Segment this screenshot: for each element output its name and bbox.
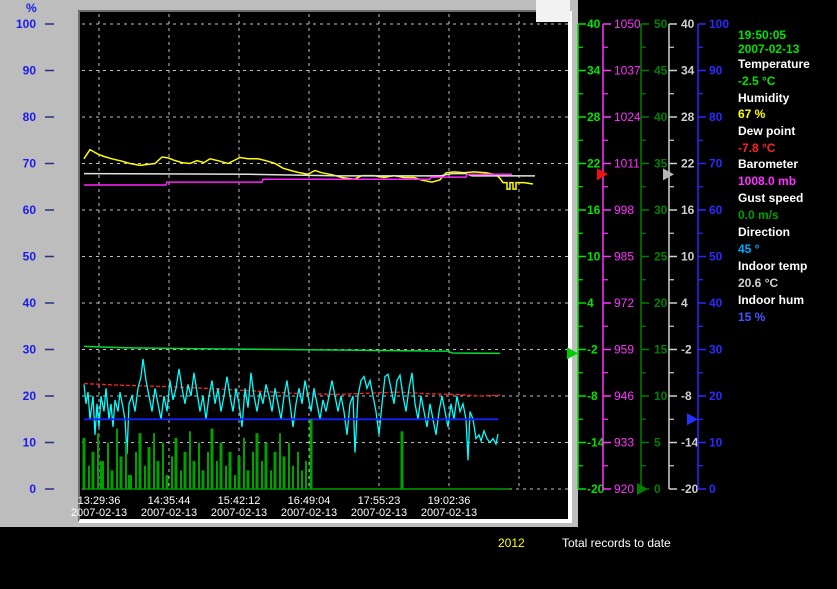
gust-marker bbox=[637, 483, 648, 495]
temperature-scale-label: 4 bbox=[587, 296, 594, 310]
dew-point-label: Dew point bbox=[738, 124, 796, 138]
barometer-scale: 1050 1037 1024 1011 998 985 972 959 946 933 920 bbox=[602, 17, 641, 496]
indoor-hum-scale-label: 70 bbox=[709, 157, 723, 171]
indoor-hum-scale-label: 0 bbox=[709, 482, 716, 496]
temperature-scale-label: 22 bbox=[587, 157, 601, 171]
barometer-scale-label: 946 bbox=[614, 389, 634, 403]
wind-speed-scale-label: 45 bbox=[654, 64, 668, 78]
wind-speed-scale-label: 50 bbox=[654, 17, 668, 31]
indoor-temp-scale: 40 34 28 22 16 10 4 -2 -8 -14 -20 bbox=[668, 17, 699, 496]
indoor-hum-scale-label: 80 bbox=[709, 110, 723, 124]
clock-date: 2007-02-13 bbox=[738, 42, 800, 56]
indoor-hum-scale-label: 30 bbox=[709, 343, 723, 357]
temperature-value: -2.5 °C bbox=[738, 74, 776, 88]
wind-speed-scale-label: 35 bbox=[654, 157, 668, 171]
indoor-hum-scale-label: 90 bbox=[709, 64, 723, 78]
barometer-marker bbox=[597, 168, 608, 181]
indoor-hum-marker bbox=[687, 413, 698, 426]
plot-corner-highlight bbox=[536, 0, 570, 22]
wind-speed-scale-label: 0 bbox=[654, 482, 661, 496]
indoor-hum-label: Indoor hum bbox=[738, 293, 804, 307]
barometer-scale-label: 972 bbox=[614, 296, 634, 310]
indoor-temp-scale-label: 28 bbox=[681, 110, 695, 124]
barometer-label: Barometer bbox=[738, 157, 799, 171]
barometer-scale-label: 933 bbox=[614, 436, 634, 450]
indoor-temp-scale-label: 22 bbox=[681, 157, 695, 171]
weather-display-window: % 100 90 80 70 60 50 40 30 20 10 0 40 34 28 22 16 10 4 -2-… bbox=[0, 0, 837, 589]
wind-speed-scale-label: 20 bbox=[654, 296, 668, 310]
gust-speed-label: Gust speed bbox=[738, 191, 804, 205]
wind-speed-scale-label: 5 bbox=[654, 436, 661, 450]
wind-speed-scale-label: 10 bbox=[654, 389, 668, 403]
barometer-scale-label: 1037 bbox=[614, 64, 641, 78]
indoor-temp-marker bbox=[663, 168, 674, 181]
indoor-hum-scale-label: 10 bbox=[709, 436, 723, 450]
wind-speed-scale-label: 40 bbox=[654, 110, 668, 124]
indoor-temp-scale-label: -14 bbox=[681, 436, 699, 450]
barometer-scale-label: 920 bbox=[614, 482, 634, 496]
clock-time: 19:50:05 bbox=[738, 28, 787, 42]
wind-speed-scale: 50454035302520151050 bbox=[640, 17, 668, 496]
humidity-value: 67 % bbox=[738, 107, 766, 121]
temperature-scale-label: 40 bbox=[587, 17, 601, 31]
temperature-scale-label: 10 bbox=[587, 250, 601, 264]
indoor-temp-value: 20.6 °C bbox=[738, 276, 779, 290]
indoor-temp-scale-label: 16 bbox=[681, 203, 695, 217]
barometer-value: 1008.0 mb bbox=[738, 174, 797, 188]
indoor-temp-label: Indoor temp bbox=[738, 259, 808, 273]
direction-value: 45 ° bbox=[738, 242, 760, 256]
indoor-hum-value: 15 % bbox=[738, 310, 766, 324]
gust-speed-value: 0.0 m/s bbox=[738, 208, 779, 222]
barometer-scale-label: 1024 bbox=[614, 110, 641, 124]
humidity-label: Humidity bbox=[738, 91, 790, 105]
indoor-temp-scale-label: 4 bbox=[681, 296, 688, 310]
left-axis-title: % bbox=[26, 1, 37, 15]
indoor-temp-scale-label: -2 bbox=[681, 343, 692, 357]
current-readings-panel: 19:50:05 2007-02-13 Temperature -2.5 °C Humi… bbox=[738, 0, 837, 340]
wind-speed-scale-label: 30 bbox=[654, 203, 668, 217]
barometer-scale-label: 1050 bbox=[614, 17, 641, 31]
temperature-scale-label: 28 bbox=[587, 110, 601, 124]
indoor-temp-scale-label: 40 bbox=[681, 17, 695, 31]
indoor-temp-scale-label: 34 bbox=[681, 64, 695, 78]
temperature-label: Temperature bbox=[738, 57, 810, 71]
indoor-hum-scale-label: 20 bbox=[709, 389, 723, 403]
indoor-hum-scale-label: 60 bbox=[709, 203, 723, 217]
direction-label: Direction bbox=[738, 225, 791, 239]
temperature-scale: 40 34 28 22 16 10 4 -2 -8 -14 -20 bbox=[577, 17, 605, 496]
indoor-temp-scale-label: -8 bbox=[681, 389, 692, 403]
total-records-count: 2012 bbox=[498, 536, 525, 550]
temperature-scale-label: -8 bbox=[587, 389, 598, 403]
temperature-scale-label: 34 bbox=[587, 64, 601, 78]
temperature-scale-label: -14 bbox=[587, 436, 605, 450]
indoor-hum-scale-label: 50 bbox=[709, 250, 723, 264]
indoor-hum-scale: 1009080706050403020100 bbox=[697, 17, 729, 496]
indoor-hum-scale-label: 100 bbox=[709, 17, 729, 31]
barometer-scale-label: 959 bbox=[614, 343, 634, 357]
temperature-scale-label: 16 bbox=[587, 203, 601, 217]
dew-point-value: -7.8 °C bbox=[738, 141, 776, 155]
indoor-hum-scale-label: 40 bbox=[709, 296, 723, 310]
indoor-temp-scale-label: -20 bbox=[681, 482, 699, 496]
barometer-scale-label: 1011 bbox=[614, 157, 640, 171]
barometer-scale-label: 985 bbox=[614, 250, 634, 264]
wind-speed-scale-label: 15 bbox=[654, 343, 668, 357]
indoor-temp-scale-label: 10 bbox=[681, 250, 695, 264]
chart-plot-area bbox=[78, 10, 572, 523]
wind-speed-scale-label: 25 bbox=[654, 250, 668, 264]
temperature-scale-label: -20 bbox=[587, 482, 605, 496]
temperature-scale-label: -2 bbox=[587, 343, 598, 357]
total-records-label: Total records to date bbox=[562, 536, 671, 550]
barometer-scale-label: 998 bbox=[614, 203, 634, 217]
